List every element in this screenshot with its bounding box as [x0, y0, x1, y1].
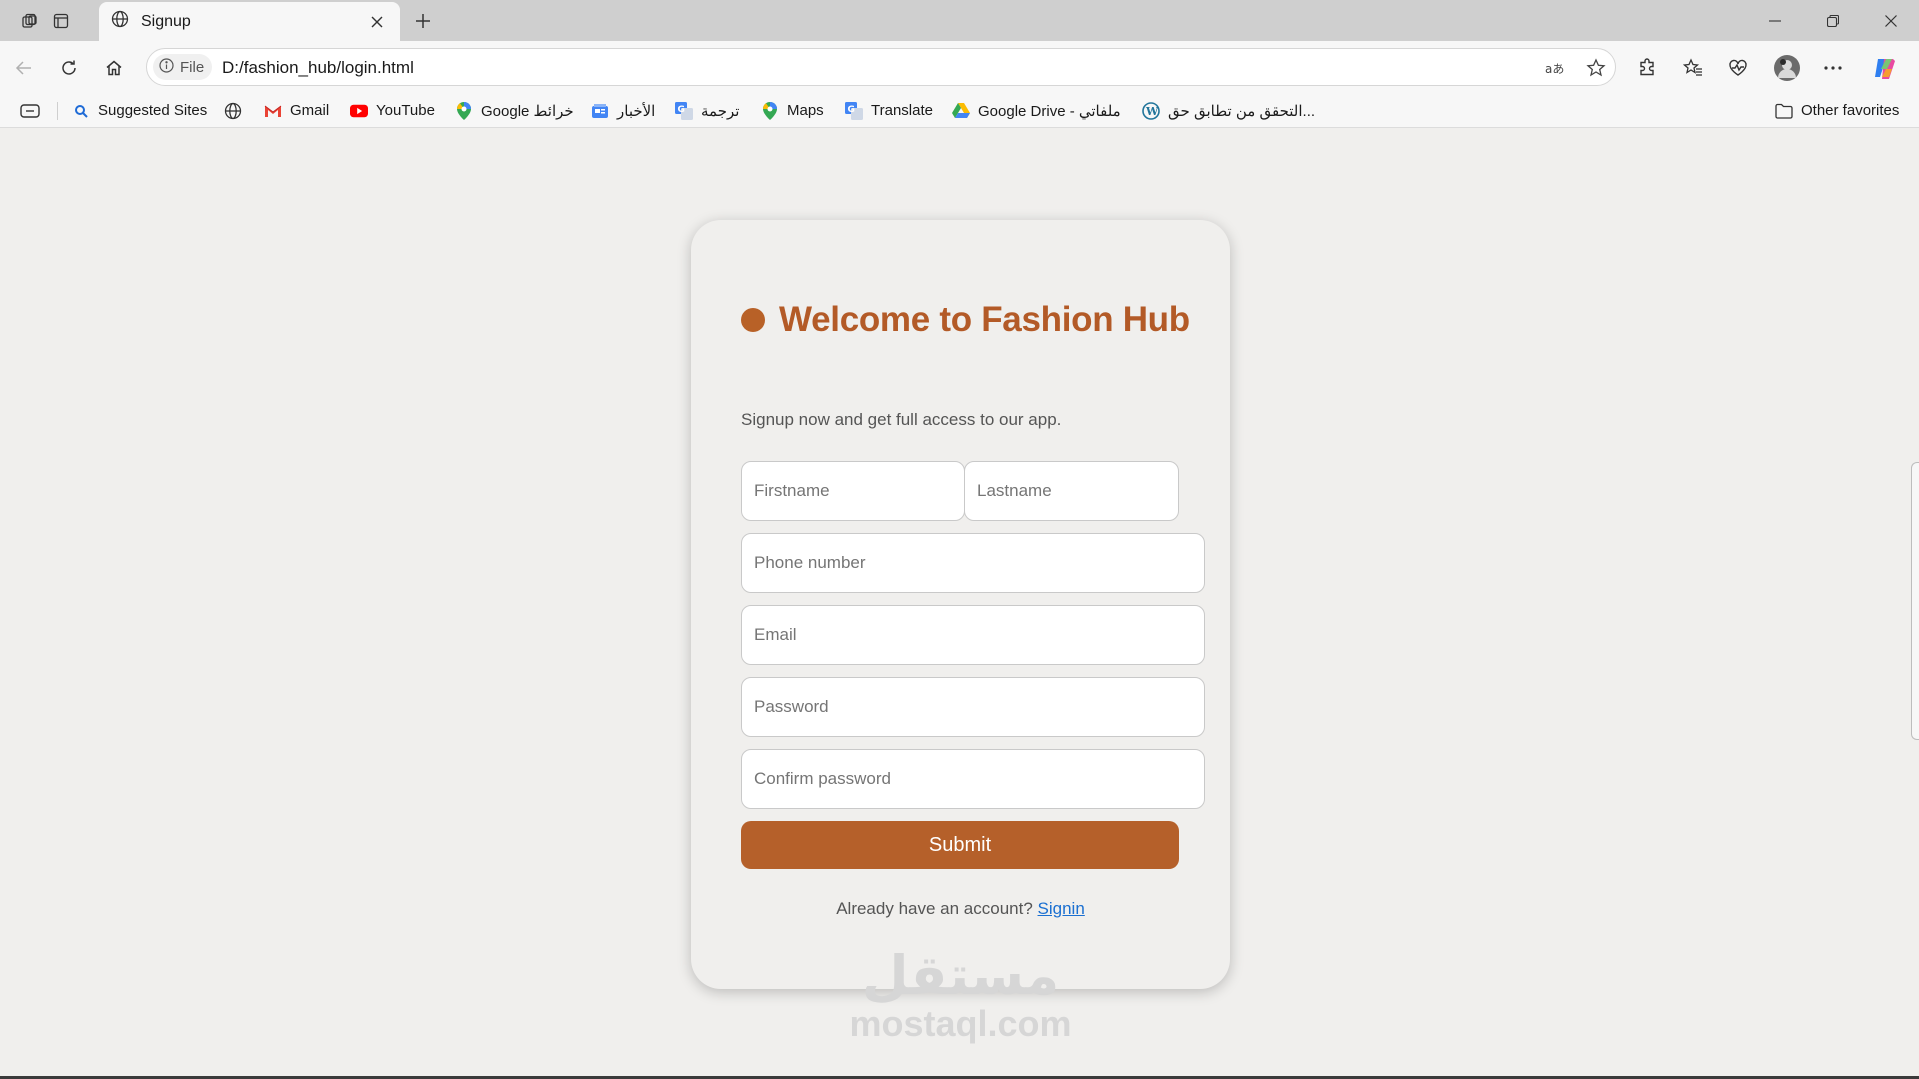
globe-icon: [111, 10, 129, 33]
svg-text:G: G: [678, 105, 685, 115]
tab-strip: Signup: [0, 0, 1919, 41]
bookmark-label: Google خرائط: [481, 102, 574, 120]
bookmark-label: التحقق من تطابق حق...: [1168, 102, 1316, 120]
more-icon[interactable]: [1815, 50, 1851, 86]
signin-row: Already have an account? Signin: [691, 899, 1230, 919]
watermark-latin: mostaql.com: [849, 1003, 1072, 1044]
signin-prompt: Already have an account?: [836, 899, 1033, 918]
close-window-button[interactable]: [1862, 0, 1919, 41]
restore-button[interactable]: [1804, 0, 1862, 41]
bookmark-wordpress[interactable]: W التحقق من تطابق حق...: [1142, 93, 1315, 128]
url-text[interactable]: D:/fashion_hub/login.html: [222, 58, 414, 78]
bookmark-suggested-sites[interactable]: Suggested Sites: [72, 93, 207, 128]
sidebar-edge-handle[interactable]: [1911, 462, 1919, 740]
bookmark-google-maps-ar[interactable]: Google خرائط: [455, 93, 574, 128]
info-icon: [159, 57, 174, 77]
watermark-logo: مستقل mostaql.com: [843, 948, 1078, 1044]
folder-icon: [1775, 102, 1793, 120]
svg-text:aあ: aあ: [1545, 62, 1564, 76]
bookmark-maps[interactable]: Maps: [761, 93, 824, 128]
password-field[interactable]: [741, 677, 1205, 737]
bookmark-label: Google Drive - ملفاتي: [978, 102, 1121, 120]
svg-text:W: W: [1145, 105, 1159, 118]
gmail-icon: [264, 102, 282, 120]
phone-field[interactable]: [741, 533, 1205, 593]
bookmark-label: Suggested Sites: [98, 102, 208, 119]
bookmark-youtube[interactable]: YouTube: [350, 93, 435, 128]
page-title: Welcome to Fashion Hub: [779, 300, 1190, 339]
bookmark-label: الأخبار: [617, 102, 656, 120]
tab-signup[interactable]: Signup: [99, 2, 400, 41]
bookmark-news-ar[interactable]: الأخبار: [591, 93, 655, 128]
title-dot-icon: [741, 308, 765, 332]
search-icon: [72, 102, 90, 120]
bookmark-label: YouTube: [376, 102, 435, 119]
bookmark-google-drive[interactable]: Google Drive - ملفاتي: [952, 93, 1121, 128]
confirm-password-field[interactable]: [741, 749, 1205, 809]
favorite-star-icon[interactable]: [1583, 55, 1609, 81]
globe-icon: [224, 102, 242, 120]
favorites-icon[interactable]: [1675, 50, 1711, 86]
bookmarks-divider: [57, 102, 58, 120]
title-row: Welcome to Fashion Hub: [741, 300, 1190, 340]
bookmark-gmail[interactable]: Gmail: [264, 93, 329, 128]
browser-essentials-icon[interactable]: [1720, 50, 1756, 86]
firstname-field[interactable]: [741, 461, 965, 521]
site-info-chip[interactable]: File: [153, 54, 213, 80]
navigation-toolbar: File D:/fashion_hub/login.html aあ: [0, 41, 1919, 93]
close-tab-icon[interactable]: [366, 11, 388, 33]
home-button[interactable]: [96, 50, 132, 86]
workspaces-icon[interactable]: [15, 6, 45, 36]
wordpress-icon: W: [1142, 101, 1160, 120]
other-favorites-label: Other favorites: [1801, 102, 1900, 119]
profile-avatar[interactable]: [1769, 50, 1805, 86]
bookmark-label: Gmail: [290, 102, 330, 119]
news-icon: [591, 102, 609, 120]
read-aloud-icon[interactable]: aあ: [1542, 55, 1568, 81]
tab-title: Signup: [141, 12, 191, 30]
signup-card: Welcome to Fashion Hub Signup now and ge…: [691, 220, 1230, 989]
translate-icon: G: [675, 101, 693, 120]
bookmark-label: Translate: [871, 102, 933, 119]
copilot-icon[interactable]: [1867, 50, 1903, 86]
back-button[interactable]: [6, 50, 42, 86]
email-field[interactable]: [741, 605, 1205, 665]
signup-subtitle: Signup now and get full access to our ap…: [741, 410, 1062, 429]
bookmark-translate[interactable]: G Translate: [845, 93, 933, 128]
extensions-icon[interactable]: [1629, 50, 1665, 86]
youtube-icon: [350, 102, 368, 120]
maps-pin-icon: [455, 101, 473, 120]
bookmark-label: ترجمة: [701, 102, 740, 120]
refresh-button[interactable]: [51, 50, 87, 86]
submit-button[interactable]: Submit: [741, 821, 1179, 869]
bookmark-label: Maps: [787, 102, 824, 119]
svg-text:G: G: [848, 105, 855, 115]
bookmarks-bar: Suggested Sites Gmail YouTube Google خرا…: [0, 93, 1919, 128]
lastname-field[interactable]: [964, 461, 1179, 521]
translate-icon: G: [845, 101, 863, 120]
signin-link[interactable]: Signin: [1038, 899, 1085, 918]
vertical-tabs-icon[interactable]: [46, 6, 76, 36]
other-favorites[interactable]: Other favorites: [1775, 93, 1899, 128]
bookmark-globe[interactable]: [224, 93, 242, 128]
maps-pin-icon: [761, 101, 779, 120]
drive-icon: [952, 102, 970, 120]
new-tab-button[interactable]: [408, 6, 438, 36]
watermark-arabic: مستقل: [861, 944, 1060, 1007]
minimize-button[interactable]: [1746, 0, 1804, 41]
site-chip-label: File: [180, 58, 205, 76]
address-bar[interactable]: File D:/fashion_hub/login.html aあ: [146, 48, 1616, 86]
bookmark-translate-ar[interactable]: G ترجمة: [675, 93, 739, 128]
sidebar-toggle-icon[interactable]: [20, 93, 40, 128]
